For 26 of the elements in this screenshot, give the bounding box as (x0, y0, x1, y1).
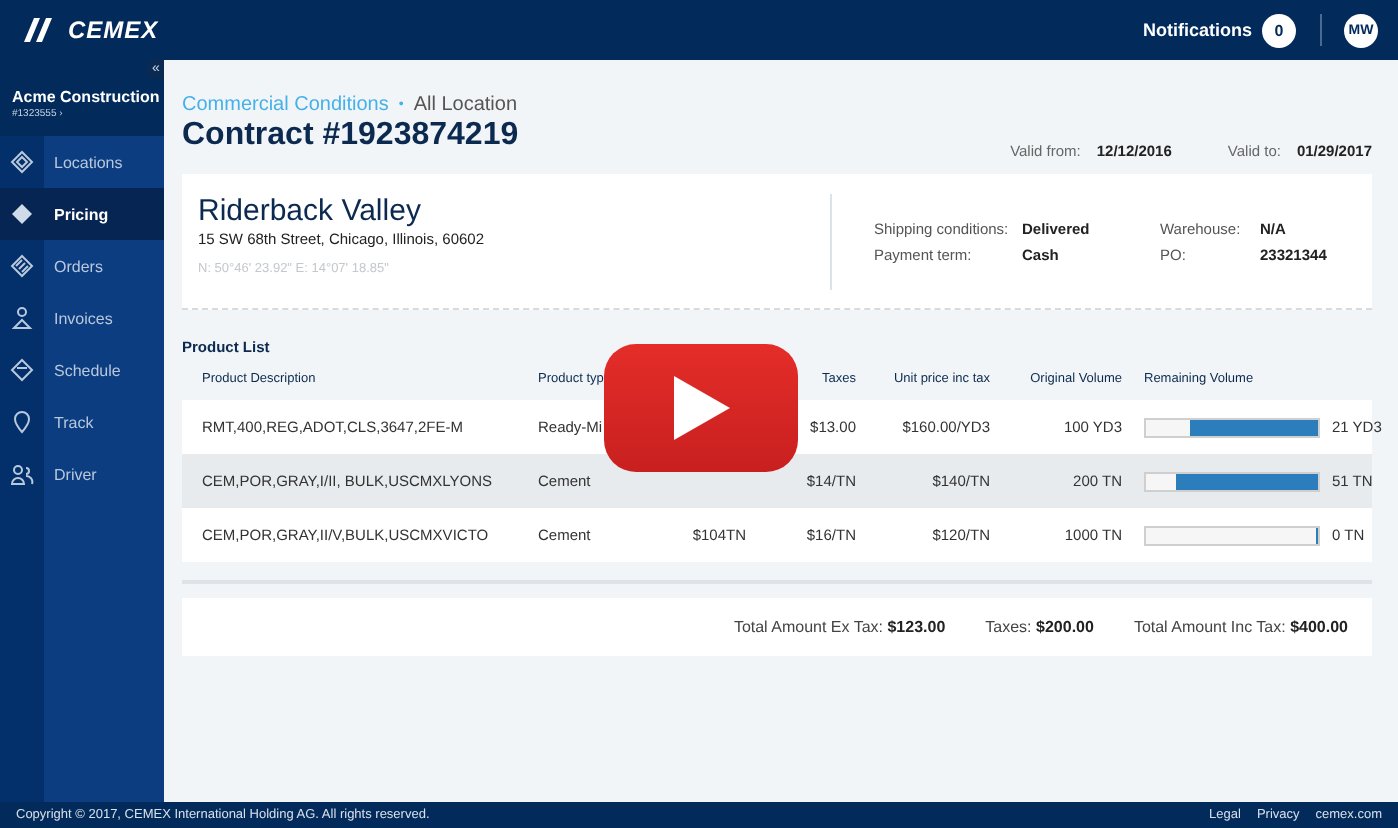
notifications-label: Notifications (1142, 20, 1252, 40)
nav-item[interactable]: Locations (0, 136, 164, 188)
pin-icon (10, 410, 34, 434)
play-icon (673, 376, 729, 440)
location-name: Riderback Valley (198, 193, 423, 227)
diamond-icon (10, 202, 34, 226)
total-amount: Total Amount Ex Tax: $123.00 (733, 618, 946, 636)
diamond-icon (10, 254, 34, 278)
notification-count[interactable]: 0 (1262, 13, 1296, 47)
nav-item[interactable]: Invoices (0, 292, 164, 344)
people-icon (10, 462, 34, 486)
breadcrumb-current: All Location (413, 94, 518, 116)
contract-title: Contract #1923874219 (182, 118, 519, 154)
nav-item[interactable]: Track (0, 396, 164, 448)
nav-item[interactable]: Schedule (0, 344, 164, 396)
diamond-icon (10, 150, 34, 174)
nav-item[interactable]: Orders (0, 240, 164, 292)
logo: CEMEX (68, 16, 159, 44)
company-name: Acme Construction (12, 88, 162, 106)
person-icon (10, 306, 34, 330)
diamond-icon (10, 358, 34, 382)
total-amount: Total Amount Inc Tax: $400.00 (1133, 618, 1348, 636)
nav-item[interactable]: Pricing (0, 188, 164, 240)
nav-item[interactable]: Driver (0, 448, 164, 500)
play-button[interactable] (604, 344, 798, 472)
total-amount: Taxes: $200.00 (985, 618, 1094, 636)
